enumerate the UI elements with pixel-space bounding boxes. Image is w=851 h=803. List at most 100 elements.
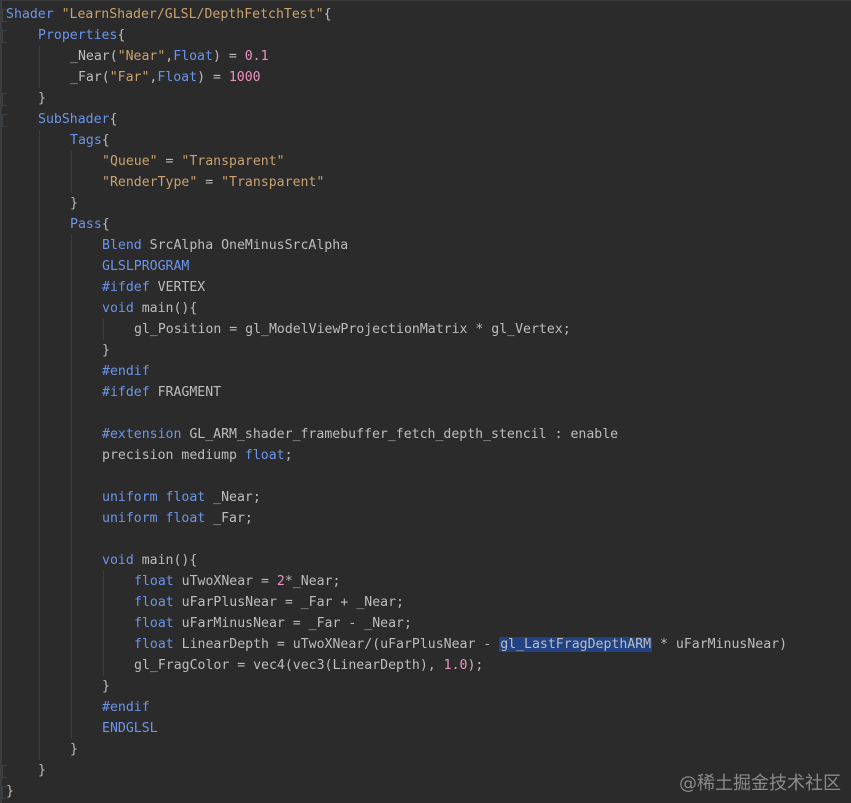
code-token: _Near( xyxy=(70,49,118,64)
code-line[interactable]: _Far("Far",Float) = 1000 xyxy=(70,67,261,88)
code-token: } xyxy=(102,343,110,358)
indent-guide xyxy=(39,256,40,277)
code-token: } xyxy=(70,742,78,757)
code-line[interactable]: } xyxy=(70,739,78,760)
indent-guide xyxy=(71,403,72,424)
code-line[interactable]: Pass{ xyxy=(70,214,110,235)
code-line[interactable]: SubShader{ xyxy=(38,109,117,130)
code-line[interactable]: Shader "LearnShader/GLSL/DepthFetchTest"… xyxy=(6,4,332,25)
fold-marker-icon[interactable] xyxy=(2,786,7,799)
code-token: float xyxy=(134,616,182,631)
indent-guide xyxy=(39,130,40,151)
code-token: "Far" xyxy=(109,70,150,85)
code-token: #extension xyxy=(102,427,190,442)
code-token: *_Near; xyxy=(284,574,341,589)
code-line[interactable]: #endif xyxy=(102,697,150,718)
code-line[interactable]: } xyxy=(102,340,110,361)
code-line[interactable]: } xyxy=(102,676,110,697)
code-line[interactable]: Blend SrcAlpha OneMinusSrcAlpha xyxy=(102,235,348,256)
code-line[interactable]: } xyxy=(38,88,46,109)
code-line[interactable]: gl_FragColor = vec4(vec3(LinearDepth), 1… xyxy=(134,655,483,676)
indent-guide xyxy=(71,382,72,403)
code-token: #ifdef xyxy=(102,385,158,400)
code-line[interactable]: void main(){ xyxy=(102,298,197,319)
code-line[interactable]: } xyxy=(6,781,14,802)
code-token: #endif xyxy=(102,700,150,715)
code-token: 1000 xyxy=(228,70,261,85)
indent-guide xyxy=(71,172,72,193)
code-line[interactable]: float uTwoXNear = 2*_Near; xyxy=(134,571,340,592)
code-token: VERTEX xyxy=(157,280,206,295)
code-token: 0.1 xyxy=(244,49,269,64)
indent-guide xyxy=(71,151,72,172)
code-token: } xyxy=(70,196,78,211)
code-token: "LearnShader/GLSL/DepthFetchTest" xyxy=(61,7,324,22)
code-token: } xyxy=(102,679,110,694)
code-line[interactable]: gl_Position = gl_ModelViewProjectionMatr… xyxy=(134,319,571,340)
indent-guide xyxy=(71,508,72,529)
fold-marker-icon[interactable] xyxy=(2,114,7,127)
indent-guide xyxy=(71,466,72,487)
code-line[interactable]: #endif xyxy=(102,361,150,382)
code-line[interactable]: "RenderType" = "Transparent" xyxy=(102,172,324,193)
code-token: float xyxy=(165,490,214,505)
code-line[interactable]: Properties{ xyxy=(38,25,125,46)
indent-guide xyxy=(39,46,40,67)
indent-guide xyxy=(103,655,104,676)
code-line[interactable]: #ifdef VERTEX xyxy=(102,277,205,298)
indent-guide xyxy=(71,487,72,508)
indent-guide xyxy=(71,676,72,697)
code-token: uFarMinusNear = _Far - _Near; xyxy=(181,616,412,631)
code-token: Properties xyxy=(38,28,118,43)
watermark: @稀土掘金技术社区 xyxy=(679,773,841,794)
code-line[interactable]: Tags{ xyxy=(70,130,110,151)
indent-guide xyxy=(71,277,72,298)
indent-guide xyxy=(71,361,72,382)
code-line[interactable]: #ifdef FRAGMENT xyxy=(102,382,221,403)
code-token: { xyxy=(109,112,118,127)
indent-guide xyxy=(39,655,40,676)
code-line[interactable]: uniform float _Near; xyxy=(102,487,261,508)
code-editor[interactable]: Shader "LearnShader/GLSL/DepthFetchTest"… xyxy=(0,0,851,803)
code-line[interactable]: #extension GL_ARM_shader_framebuffer_fet… xyxy=(102,424,618,445)
code-line[interactable]: uniform float _Far; xyxy=(102,508,253,529)
code-token: 2 xyxy=(276,574,285,589)
code-token: uTwoXNear = xyxy=(181,574,277,589)
fold-marker-icon[interactable] xyxy=(2,9,7,22)
code-token: } xyxy=(6,784,14,799)
code-token: ) = xyxy=(197,70,229,85)
code-line[interactable]: } xyxy=(70,193,78,214)
code-token: precision mediump xyxy=(102,448,245,463)
indent-guide xyxy=(103,592,104,613)
code-token: ; xyxy=(284,448,293,463)
code-token: Float xyxy=(173,49,213,64)
code-token: float xyxy=(134,574,182,589)
fold-marker-icon[interactable] xyxy=(2,765,7,778)
code-token: } xyxy=(38,763,46,778)
code-token: 1.0 xyxy=(443,658,468,673)
fold-marker-icon[interactable] xyxy=(2,93,7,106)
code-token: { xyxy=(101,217,110,232)
indent-guide xyxy=(39,634,40,655)
code-line[interactable]: ENDGLSL xyxy=(102,718,158,739)
indent-guide xyxy=(39,592,40,613)
indent-guide xyxy=(71,571,72,592)
code-line[interactable]: GLSLPROGRAM xyxy=(102,256,189,277)
code-line[interactable]: void main(){ xyxy=(102,550,197,571)
code-line[interactable]: float uFarPlusNear = _Far + _Near; xyxy=(134,592,404,613)
indent-guide xyxy=(39,319,40,340)
indent-guide xyxy=(39,193,40,214)
code-token: float xyxy=(165,511,214,526)
fold-marker-icon[interactable] xyxy=(2,30,7,43)
code-line[interactable]: float LinearDepth = uTwoXNear/(uFarPlusN… xyxy=(134,634,787,655)
code-line[interactable]: float uFarMinusNear = _Far - _Near; xyxy=(134,613,412,634)
indent-guide xyxy=(71,634,72,655)
code-token: = xyxy=(157,154,182,169)
code-line[interactable]: "Queue" = "Transparent" xyxy=(102,151,285,172)
code-line[interactable]: _Near("Near",Float) = 0.1 xyxy=(70,46,269,67)
code-token: _Near; xyxy=(213,490,261,505)
code-line[interactable]: precision mediump float; xyxy=(102,445,293,466)
code-token: ) = xyxy=(212,49,245,64)
code-token: float xyxy=(134,637,182,652)
code-line[interactable]: } xyxy=(38,760,46,781)
